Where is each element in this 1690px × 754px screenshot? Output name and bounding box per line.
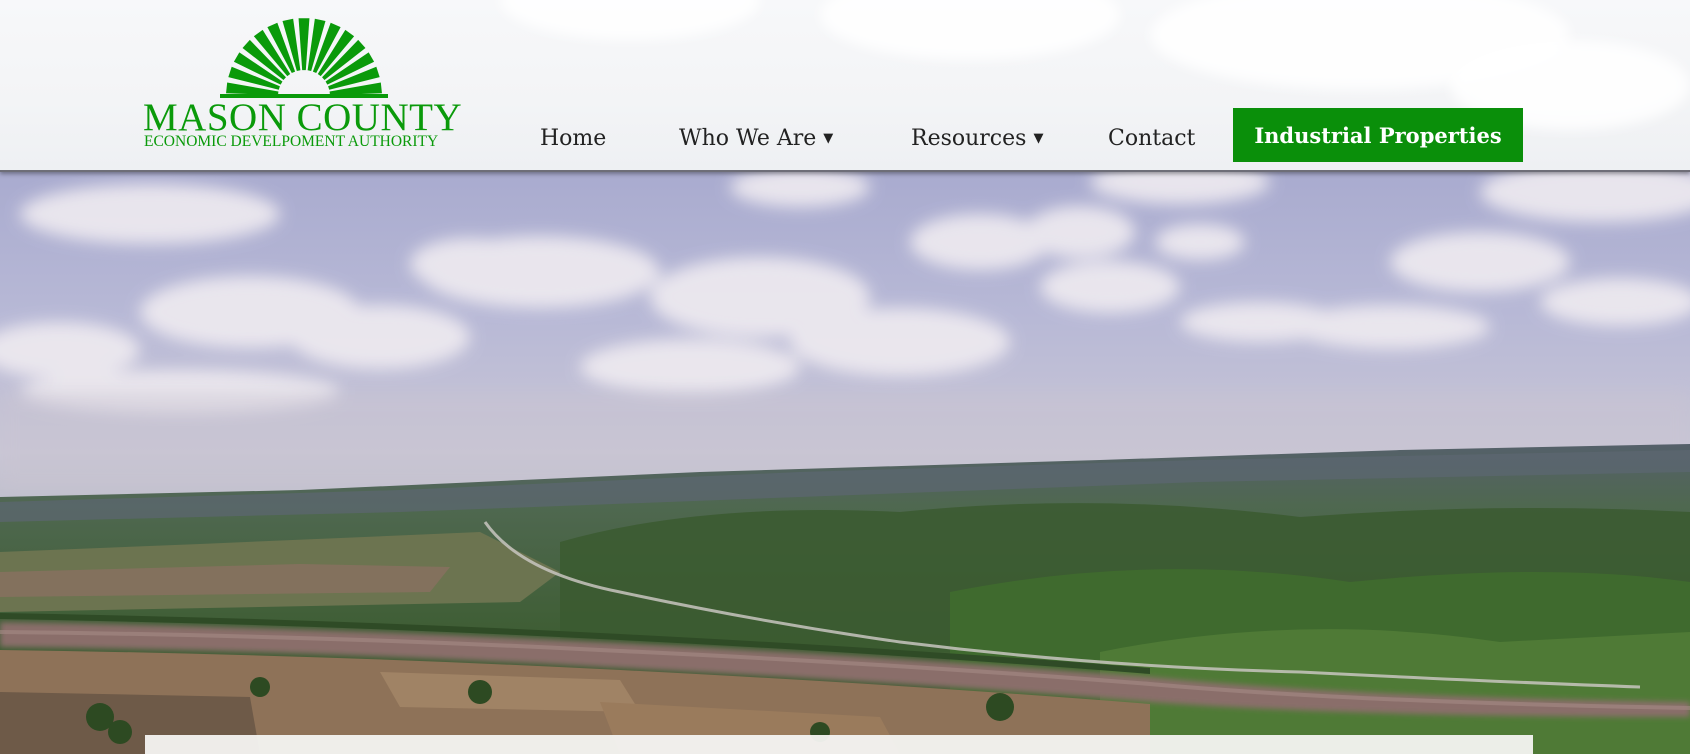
nav-item-label: Home: [540, 125, 607, 151]
site-header: MASON COUNTY ECONOMIC DEVELPOMENT AUTHOR…: [0, 0, 1690, 172]
nav-item-label: Contact: [1108, 125, 1196, 151]
aerial-landscape-illustration: [0, 172, 1690, 754]
sunburst-logo-icon: [220, 18, 388, 98]
logo-subtitle: ECONOMIC DEVELPOMENT AUTHORITY: [144, 133, 439, 150]
site-logo[interactable]: MASON COUNTY ECONOMIC DEVELPOMENT AUTHOR…: [143, 18, 465, 150]
caret-down-icon: ▼: [823, 130, 834, 146]
caret-down-icon: ▼: [1033, 130, 1044, 146]
nav-item-contact[interactable]: Contact: [1108, 120, 1195, 156]
nav-item-label: Resources: [911, 125, 1027, 151]
logo-title: MASON COUNTY: [143, 96, 463, 139]
nav-item-label: Who We Are: [679, 125, 817, 151]
sunburst-ray: [298, 18, 310, 71]
nav-item-resources[interactable]: Resources ▼: [911, 120, 1043, 156]
nav-item-home[interactable]: Home: [540, 120, 606, 156]
hero-aerial-image: [0, 172, 1690, 754]
content-card: [145, 735, 1533, 754]
nav-item-who-we-are[interactable]: Who We Are ▼: [679, 120, 833, 156]
industrial-properties-button[interactable]: Industrial Properties: [1233, 108, 1523, 162]
